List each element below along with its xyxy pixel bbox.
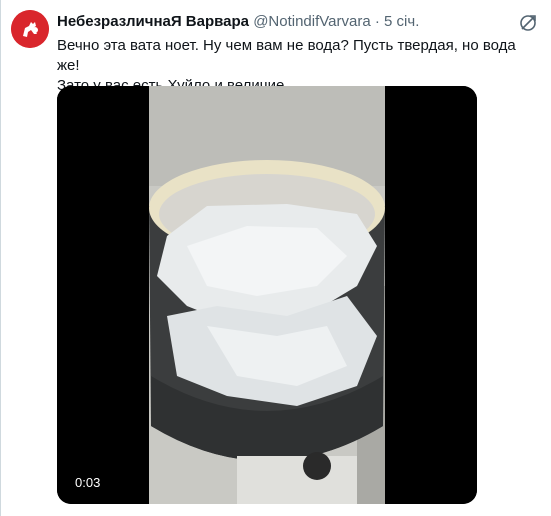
video-duration: 0:03 [75,475,101,490]
avatar[interactable] [11,10,49,48]
pahonia-emblem-icon [11,10,49,48]
video-frame-image [57,86,477,504]
tweet-timestamp[interactable]: 5 січ. [384,13,419,30]
user-handle[interactable]: @NotindifVarvara [253,13,371,30]
share-button[interactable] [517,12,539,34]
tweet-text-line: Вечно эта вата ноет. Ну чем вам не вода?… [57,37,516,74]
tweet-header: НебезразличнаЯ Варвара @NotindifVarvara … [57,12,515,32]
tweet-card[interactable]: НебезразличнаЯ Варвара @NotindifVarvara … [0,0,551,516]
video-player[interactable]: 0:03 [57,86,477,504]
separator-dot: · [374,13,380,30]
share-link-icon [520,15,536,31]
display-name[interactable]: НебезразличнаЯ Варвара [57,13,249,30]
